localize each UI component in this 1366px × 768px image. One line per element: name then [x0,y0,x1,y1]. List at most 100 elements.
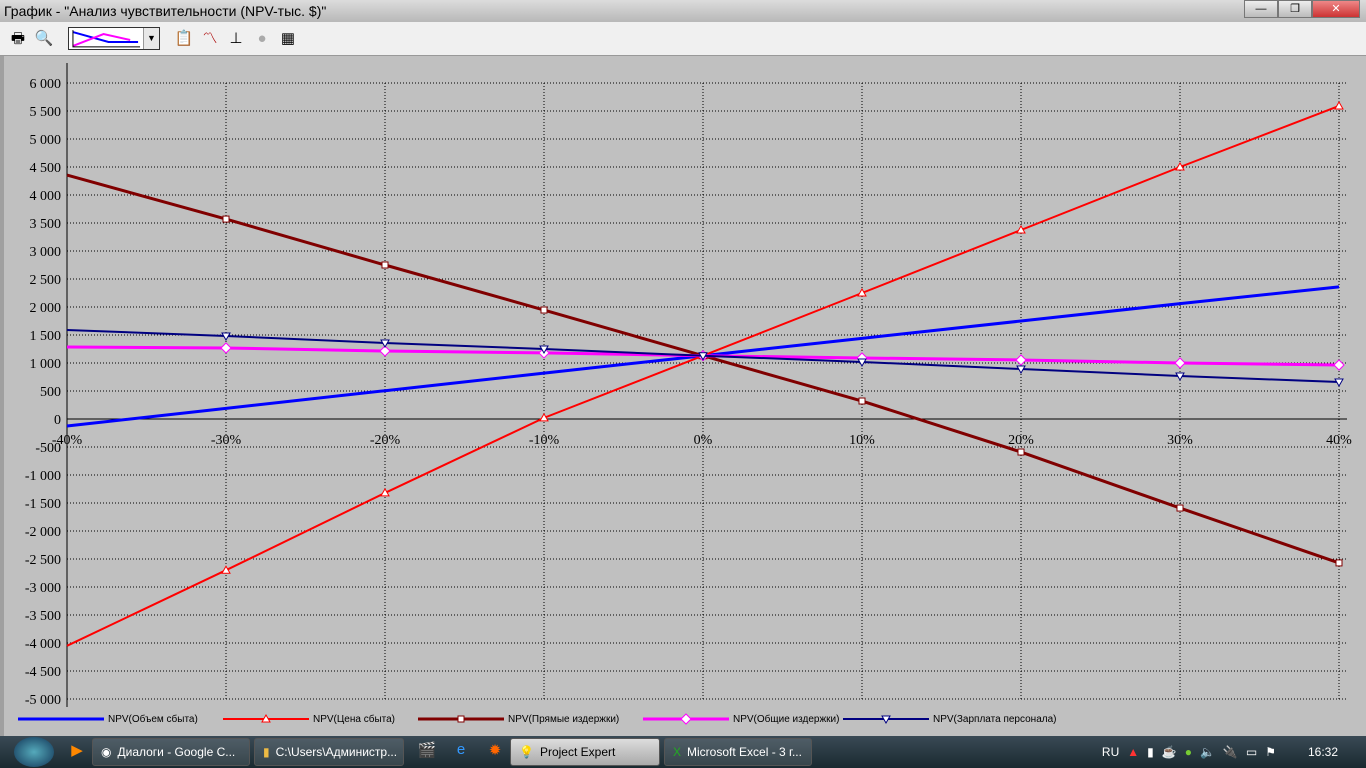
table-icon[interactable]: ▦ [278,29,298,49]
y-tick-label: -1 500 [25,497,61,512]
y-tick-label: 3 500 [30,217,62,232]
toolbar: 🖶 🔍 ▼ 📋 〽 ⊥ ● ▦ [0,22,1366,56]
print-preview-icon[interactable]: 🔍 [34,29,54,49]
taskbar-explorer[interactable]: ▮ C:\Users\Администр... [254,738,404,766]
language-indicator[interactable]: RU [1102,745,1119,759]
legend-label: NPV(Зарплата персонала) [933,713,1057,725]
series-icon[interactable]: 〽 [200,29,220,49]
y-tick-label: 1 500 [30,329,62,344]
disabled-icon: ● [257,29,267,47]
taskbar: ▶ ◉ Диалоги - Google C... ▮ C:\Users\Админ… [0,736,1366,768]
taskbar-project-expert[interactable]: 💡 Project Expert [510,738,660,766]
minimize-button[interactable]: — [1244,0,1278,18]
y-tick-label: 2 000 [30,301,62,316]
x-tick-label: -30% [211,433,242,448]
chart-preview-icon [72,30,141,48]
y-tick-label: 0 [54,413,61,428]
x-tick-label: 10% [849,433,875,448]
nvidia-icon[interactable]: ● [1185,745,1192,759]
chart-type-combo[interactable]: ▼ [68,27,160,50]
bulb-icon: 💡 [519,745,534,759]
legend-swatch [223,713,309,723]
legend-swatch [643,713,729,725]
x-tick-label: 30% [1167,433,1193,448]
chevron-down-icon[interactable]: ▼ [143,28,159,49]
data-point [381,261,389,269]
network-icon[interactable]: ▭ [1246,745,1257,759]
signal-icon[interactable]: ▮ [1147,745,1154,759]
properties-icon[interactable]: 📋 [174,29,194,49]
data-point [1335,559,1343,567]
legend-label: NPV(Объем сбыта) [108,713,198,725]
y-tick-label: -4 000 [25,637,61,652]
legend-label: NPV(Общие издержки) [733,713,840,725]
antivirus-icon[interactable]: ▲ [1127,745,1139,759]
data-point [1174,357,1186,369]
series-2 [66,173,1343,567]
legend-item: NPV(Объем сбыта) [18,713,198,725]
legend-label: NPV(Прямые издержки) [508,713,620,725]
y-tick-label: -2 000 [25,525,61,540]
data-point [1176,504,1184,512]
x-tick-label: 20% [1008,433,1034,448]
y-tick-label: 500 [40,385,61,400]
close-button[interactable]: ✕ [1312,0,1360,18]
ie-icon[interactable]: e [450,741,472,763]
legend-item: NPV(Зарплата персонала) [843,713,1056,725]
line-chart: 6 000 5 500 5 000 4 500 4 000 3 500 3 000 2 500… [25,63,1352,708]
y-tick-label: 5 000 [30,133,62,148]
window-title: График - "Анализ чувствительности (NPV-т… [4,3,327,19]
system-tray: RU ▲ ▮ ☕ ● 🔈 🔌 ▭ ⚑ 16:32 [1102,745,1338,759]
volume-icon[interactable]: 🔈 [1200,745,1215,759]
start-button[interactable] [14,737,54,767]
data-point [222,215,230,223]
legend-item: NPV(Цена сбыта) [223,713,395,725]
y-tick-label: 4 000 [30,189,62,204]
excel-icon: X [673,745,682,759]
chart-area: 6 000 5 500 5 000 4 500 4 000 3 500 3 000 2 500… [0,56,1366,736]
taskbar-chrome[interactable]: ◉ Диалоги - Google C... [92,738,250,766]
y-tick-label: -1 000 [25,469,61,484]
axes-icon[interactable]: ⊥ [226,29,246,49]
y-tick-label: 5 500 [30,105,62,120]
maximize-button[interactable]: ❐ [1278,0,1312,18]
flag-icon[interactable]: ⚑ [1265,745,1276,759]
java-icon[interactable]: ☕ [1162,745,1177,759]
y-tick-label: 6 000 [30,77,62,92]
data-point [1017,448,1025,456]
y-tick-label: 3 000 [30,245,62,260]
data-point [220,342,232,354]
x-tick-label: -10% [529,433,560,448]
legend-item: NPV(Прямые издержки) [418,713,619,725]
data-point [858,397,866,405]
y-tick-label: -5 000 [25,693,61,708]
chrome-icon: ◉ [101,745,112,759]
legend: NPV(Объем сбыта) NPV(Цена сбыта) NPV(Прямы… [18,713,1358,729]
clapper-icon[interactable]: 🎬 [416,741,438,763]
printer-icon[interactable]: 🖶 [8,29,28,49]
data-point [540,306,548,314]
app-icon[interactable]: ✹ [484,741,506,763]
legend-item: NPV(Общие издержки) [643,713,839,725]
y-tick-label: -2 500 [25,553,61,568]
y-tick-label: -3 000 [25,581,61,596]
data-point [457,715,465,723]
y-tick-label: -4 500 [25,665,61,680]
media-player-icon[interactable]: ▶ [66,741,88,763]
data-point [1334,100,1344,110]
data-point [1333,359,1345,371]
legend-swatch [418,715,504,723]
taskbar-excel[interactable]: X Microsoft Excel - 3 г... [664,738,812,766]
x-tick-label: 40% [1326,433,1352,448]
power-icon[interactable]: 🔌 [1223,745,1238,759]
y-tick-label: 4 500 [30,161,62,176]
legend-swatch [843,715,929,725]
legend-swatch [18,717,104,721]
window-titlebar: График - "Анализ чувствительности (NPV-т… [0,0,1366,22]
legend-label: NPV(Цена сбыта) [313,713,395,725]
y-tick-label: -3 500 [25,609,61,624]
x-tick-label: 0% [694,433,713,448]
y-tick-label: 2 500 [30,273,62,288]
clock[interactable]: 16:32 [1308,745,1338,759]
y-tick-label: 1 000 [30,357,62,372]
